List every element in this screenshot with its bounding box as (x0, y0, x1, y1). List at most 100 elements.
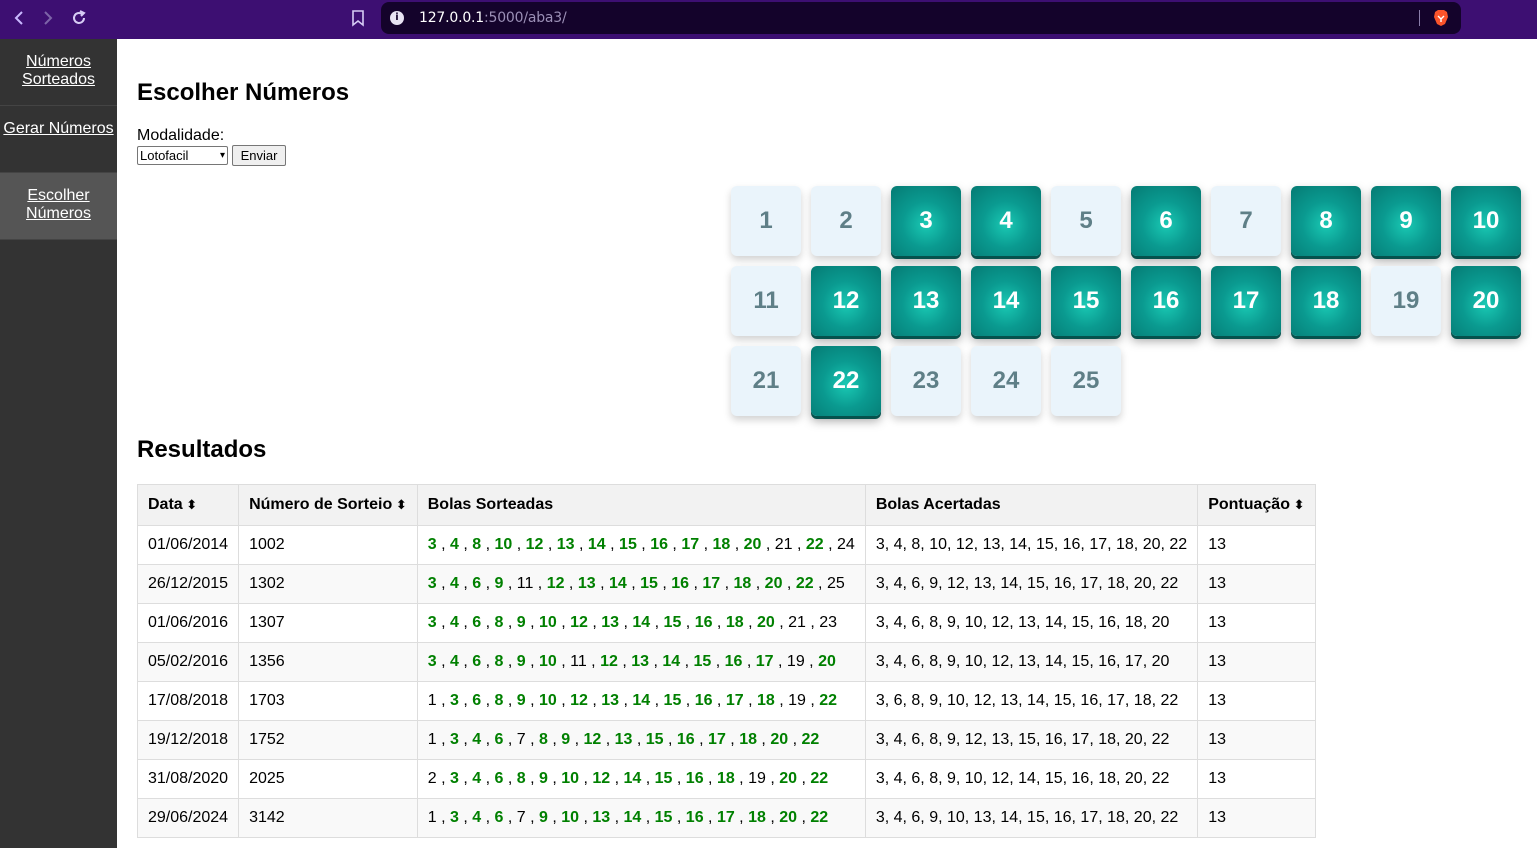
hit-number: 9 (538, 770, 548, 787)
cell-drawn-balls: 1 , 3 , 4 , 6 , 7 , 8 , 9 , 12 , 13 , 15… (416, 720, 866, 760)
hit-number: 20 (743, 536, 762, 553)
hit-number: 18 (739, 731, 757, 748)
hit-number: 4 (472, 770, 482, 787)
number-ball-3[interactable]: 3 (891, 186, 961, 256)
number-ball-17[interactable]: 17 (1211, 266, 1281, 336)
hit-number: 14 (632, 614, 651, 631)
sidebar-item-gerar-numeros[interactable]: Gerar Números (0, 106, 117, 173)
cell-score: 13 (1197, 759, 1316, 799)
hit-number: 3 (427, 653, 437, 670)
hit-number: 3 (449, 692, 459, 709)
modality-select[interactable]: Lotofacil ▾ (137, 146, 228, 165)
number-ball-11[interactable]: 11 (731, 266, 801, 336)
info-icon[interactable]: i (390, 11, 404, 25)
url-text[interactable]: 127.0.0.1:5000/aba3/ (419, 10, 567, 26)
number-ball-8[interactable]: 8 (1291, 186, 1361, 256)
number-ball-15[interactable]: 15 (1051, 266, 1121, 336)
hit-number: 12 (525, 536, 544, 553)
browser-toolbar: i 127.0.0.1:5000/aba3/ (0, 0, 1537, 39)
number-ball-20[interactable]: 20 (1451, 266, 1521, 336)
hit-number: 17 (725, 692, 744, 709)
number-ball-18[interactable]: 18 (1291, 266, 1361, 336)
miss-number: 19 (786, 653, 805, 670)
back-icon[interactable] (7, 0, 31, 36)
hit-number: 13 (614, 731, 633, 748)
address-bar[interactable]: i 127.0.0.1:5000/aba3/ (381, 2, 1461, 34)
cell-score: 13 (1197, 798, 1316, 838)
cell-score: 13 (1197, 564, 1316, 604)
hit-number: 13 (601, 614, 620, 631)
table-row: 17/08/2018 1703 1 , 3 , 6 , 8 , 9 , 10 , 1… (136, 681, 1316, 721)
miss-number: 19 (788, 692, 806, 709)
hit-number: 20 (779, 809, 798, 826)
cell-draw-number: 2025 (238, 759, 418, 799)
cell-drawn-balls: 1 , 3 , 4 , 6 , 7 , 9 , 10 , 13 , 14 , 1… (416, 798, 866, 838)
hit-number: 13 (577, 575, 596, 592)
col-bolas-sorteadas-header: Bolas Sorteadas (416, 484, 866, 526)
cell-drawn-balls: 3 , 4 , 6 , 9 , 11 , 12 , 13 , 14 , 15 ,… (416, 564, 866, 604)
submit-button[interactable]: Enviar (232, 145, 286, 166)
number-ball-2[interactable]: 2 (811, 186, 881, 256)
hit-number: 17 (708, 731, 726, 748)
sort-arrows-icon[interactable]: ⬍ (183, 497, 197, 512)
col-numero-sorteio-header[interactable]: Número de Sorteio ⬍ (238, 484, 418, 526)
cell-hit-balls: 3, 4, 6, 8, 9, 10, 12, 13, 14, 15, 16, 1… (864, 603, 1199, 643)
hit-number: 15 (640, 575, 658, 592)
number-ball-5[interactable]: 5 (1051, 186, 1121, 256)
hit-number: 10 (561, 809, 580, 826)
hit-number: 17 (702, 575, 721, 592)
hit-number: 8 (494, 692, 504, 709)
number-ball-13[interactable]: 13 (891, 266, 961, 336)
cell-draw-number: 1356 (238, 642, 418, 682)
number-ball-7[interactable]: 7 (1211, 186, 1281, 256)
col-pontuacao-label: Pontuação (1208, 496, 1290, 513)
hit-number: 4 (449, 653, 459, 670)
number-ball-9[interactable]: 9 (1371, 186, 1441, 256)
hit-number: 15 (693, 653, 712, 670)
number-ball-21[interactable]: 21 (731, 346, 801, 416)
number-ball-10[interactable]: 10 (1451, 186, 1521, 256)
hit-number: 6 (494, 770, 504, 787)
number-ball-16[interactable]: 16 (1131, 266, 1201, 336)
bookmark-icon[interactable] (348, 8, 368, 28)
hit-number: 20 (756, 614, 775, 631)
number-ball-12[interactable]: 12 (811, 266, 881, 336)
hit-number: 3 (427, 536, 437, 553)
table-row: 31/08/2020 2025 2 , 3 , 4 , 6 , 8 , 9 , 10… (136, 759, 1316, 799)
number-ball-14[interactable]: 14 (971, 266, 1041, 336)
hit-number: 16 (685, 770, 704, 787)
forward-icon[interactable] (36, 0, 60, 36)
cell-hit-balls: 3, 4, 6, 8, 9, 10, 12, 14, 15, 16, 18, 2… (864, 759, 1199, 799)
sort-arrows-icon[interactable]: ⬍ (392, 497, 407, 512)
cell-drawn-balls: 1 , 3 , 6 , 8 , 9 , 10 , 12 , 13 , 14 , … (416, 681, 866, 721)
number-ball-6[interactable]: 6 (1131, 186, 1201, 256)
hit-number: 15 (654, 770, 673, 787)
col-data-header[interactable]: Data ⬍ (136, 484, 240, 526)
cell-hit-balls: 3, 6, 8, 9, 10, 12, 13, 14, 15, 16, 17, … (864, 681, 1199, 721)
table-row: 29/06/2024 3142 1 , 3 , 4 , 6 , 7 , 9 , 10… (136, 798, 1316, 838)
hit-number: 8 (494, 614, 504, 631)
number-ball-25[interactable]: 25 (1051, 346, 1121, 416)
sort-arrows-icon[interactable]: ⬍ (1290, 497, 1305, 512)
sidebar-item-escolher-numeros[interactable]: Escolher Números (0, 173, 117, 240)
number-ball-24[interactable]: 24 (971, 346, 1041, 416)
reload-icon[interactable] (67, 0, 91, 36)
sidebar-item-numeros-sorteados[interactable]: Números Sorteados (0, 39, 117, 106)
brave-lion-icon[interactable] (1431, 8, 1451, 28)
miss-number: 25 (826, 575, 845, 592)
cell-hit-balls: 3, 4, 6, 9, 10, 13, 14, 15, 16, 17, 18, … (864, 798, 1199, 838)
hit-number: 8 (494, 653, 504, 670)
number-ball-4[interactable]: 4 (971, 186, 1041, 256)
miss-number: 21 (774, 536, 793, 553)
hit-number: 3 (449, 731, 459, 748)
number-ball-19[interactable]: 19 (1371, 266, 1441, 336)
number-ball-22[interactable]: 22 (811, 346, 881, 416)
hit-number: 14 (623, 770, 642, 787)
col-pontuacao-header[interactable]: Pontuação ⬍ (1197, 484, 1316, 526)
number-ball-1[interactable]: 1 (731, 186, 801, 256)
hit-number: 17 (755, 653, 774, 670)
number-ball-23[interactable]: 23 (891, 346, 961, 416)
cell-draw-number: 1302 (238, 564, 418, 604)
hit-number: 12 (600, 653, 618, 670)
cell-date: 19/12/2018 (136, 720, 240, 760)
